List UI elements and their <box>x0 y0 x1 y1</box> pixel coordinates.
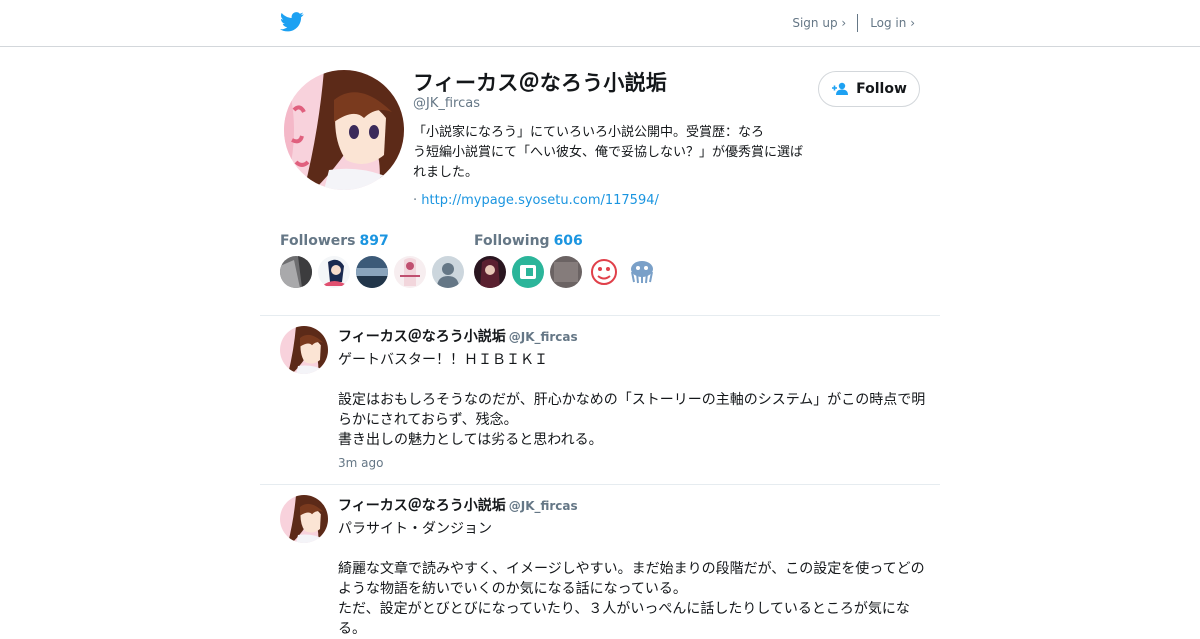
following-avatar[interactable] <box>550 256 582 288</box>
tweet-text-line <box>338 539 928 559</box>
followers-group: Followers 897 <box>280 233 470 288</box>
tweet-text-line: パラサイト・ダンジョン <box>338 521 492 537</box>
following-avatar[interactable] <box>512 256 544 288</box>
tweet-author-handle[interactable]: @JK_fircas <box>509 499 578 513</box>
following-avatar[interactable] <box>626 256 658 288</box>
profile-handle: @JK_fircas <box>413 96 480 111</box>
tweet-timestamp[interactable]: 3m ago <box>338 456 928 470</box>
timeline-divider <box>260 315 940 316</box>
tweet-text-line: 綺麗な文章で読みやすく、イメージしやすい。まだ始まりの段階だが、この設定を使って… <box>338 561 925 577</box>
following-avatar[interactable] <box>474 256 506 288</box>
followers-label: Followers <box>280 233 356 249</box>
profile-bio: 「小説家になろう」にていろいろ小説公開中。受賞歴：なろ う短編小説賞にて「へい彼… <box>413 123 843 183</box>
bio-line: 「小説家になろう」にていろいろ小説公開中。受賞歴：なろ <box>413 125 765 140</box>
follow-label: Follow <box>856 81 907 97</box>
follower-avatar[interactable] <box>318 256 350 288</box>
profile-card: フィーカス＠なろう小説垢 @JK_fircas 「小説家になろう」にていろいろ小… <box>280 70 920 300</box>
tweet-text-line <box>338 370 928 390</box>
followers-count: 897 <box>359 233 389 249</box>
profile-name: フィーカス＠なろう小説垢 <box>413 71 667 95</box>
tweet-text-line: 設定はおもしろそうなのだが、肝心かなめの「ストーリーの主軸のシステム」がこの時点… <box>338 392 926 408</box>
follower-avatar[interactable] <box>394 256 426 288</box>
tweet-author-name[interactable]: フィーカス＠なろう小説垢 <box>338 329 506 345</box>
followers-heading[interactable]: Followers 897 <box>280 233 470 249</box>
profile-url[interactable]: http://mypage.syosetu.com/117594/ <box>421 193 659 208</box>
timeline-divider <box>260 484 940 485</box>
tweet-avatar[interactable] <box>280 495 328 543</box>
tweet-text-line: らかにされておらず、残念。 <box>338 412 518 428</box>
tweet-header: フィーカス＠なろう小説垢 @JK_fircas <box>338 326 928 346</box>
tweet-header: フィーカス＠なろう小説垢 @JK_fircas <box>338 495 928 515</box>
tweet-text-line: ただ、設定がとびとびになっていたり、３人がいっぺんに話したりしているところが気に… <box>338 601 910 617</box>
tweet-text-line: ゲートバスター！！ＨＩＢＩＫＩ <box>338 352 548 368</box>
profile-link-row: · http://mypage.syosetu.com/117594/ <box>413 193 659 208</box>
auth-links: Sign up › Log in › <box>792 14 915 32</box>
signup-link[interactable]: Sign up › <box>792 16 846 30</box>
tweet-text-line: ような物語を紡いでいくのか気になる話になっている。 <box>338 581 687 597</box>
bio-line: れました。 <box>413 165 479 180</box>
add-person-icon <box>832 82 849 95</box>
tweet-text-line: る。 <box>338 621 366 637</box>
twitter-bird-icon[interactable] <box>280 11 304 33</box>
profile-avatar[interactable] <box>284 70 404 190</box>
divider <box>857 14 859 32</box>
following-count: 606 <box>553 233 583 249</box>
tweet-author-handle[interactable]: @JK_fircas <box>509 330 578 344</box>
follower-avatar[interactable] <box>356 256 388 288</box>
link-bullet: · <box>413 193 418 208</box>
follower-avatar[interactable] <box>280 256 312 288</box>
following-heading[interactable]: Following 606 <box>474 233 664 249</box>
following-avatar[interactable] <box>588 256 620 288</box>
tweet-author-name[interactable]: フィーカス＠なろう小説垢 <box>338 498 506 514</box>
login-link[interactable]: Log in › <box>870 16 915 30</box>
bio-line: う短編小説賞にて「へい彼女、俺で妥協しない？」が優秀賞に選ば <box>413 145 804 160</box>
tweet-avatar[interactable] <box>280 326 328 374</box>
following-label: Following <box>474 233 550 249</box>
following-group: Following 606 <box>474 233 664 288</box>
follow-button[interactable]: Follow <box>818 71 920 107</box>
follower-avatar[interactable] <box>432 256 464 288</box>
top-bar: Sign up › Log in › <box>0 0 1200 47</box>
tweet-text-line: 書き出しの魅力としては劣ると思われる。 <box>338 432 603 448</box>
